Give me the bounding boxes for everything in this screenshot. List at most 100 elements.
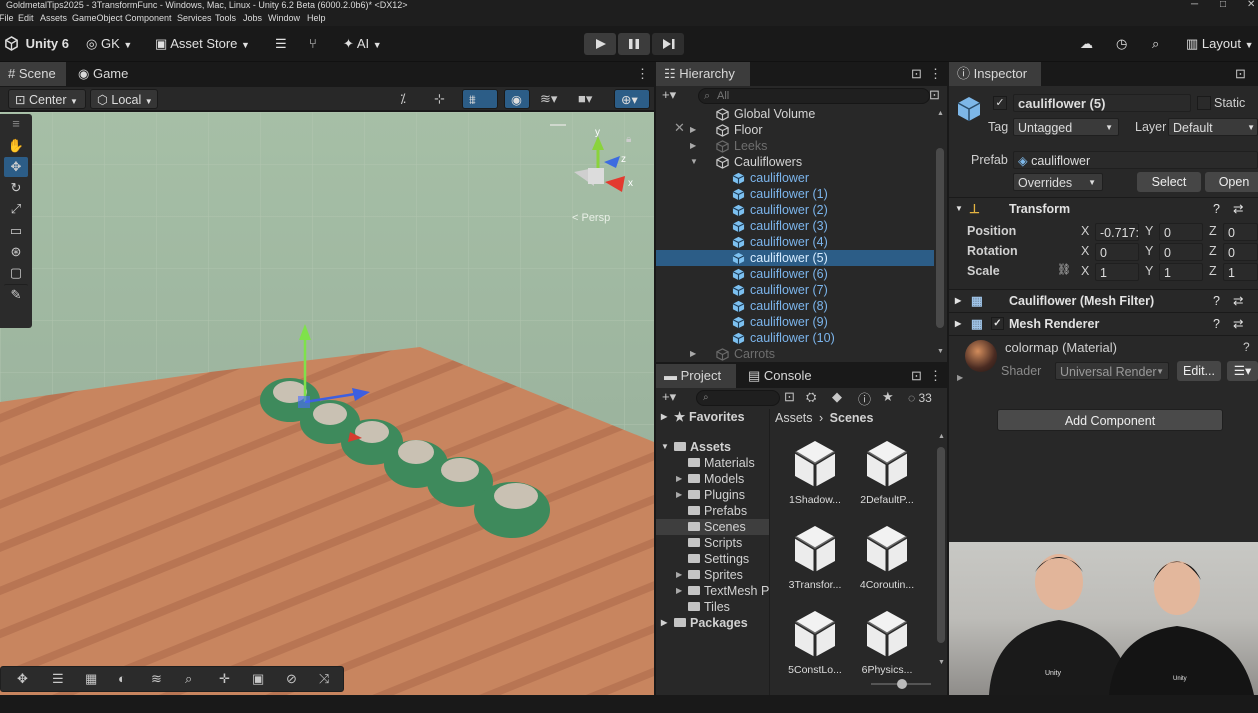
scroll-up-icon[interactable]: ▲: [938, 433, 945, 440]
hierarchy-item[interactable]: ▼ Cauliflowers: [656, 154, 934, 170]
mesh-renderer-enabled-checkbox[interactable]: ✓: [991, 317, 1004, 330]
perspective-label[interactable]: < Persp: [572, 212, 610, 224]
presets-icon[interactable]: ⇄: [1233, 198, 1243, 220]
rect-tool-icon[interactable]: ▭: [4, 221, 28, 241]
position-z-field[interactable]: 0: [1223, 223, 1258, 241]
hierarchy-search-input[interactable]: ⌕ All: [698, 88, 930, 104]
static-checkbox[interactable]: [1197, 96, 1211, 110]
foldout-closed-icon[interactable]: ▶: [676, 583, 682, 599]
move-icon[interactable]: ✥: [17, 671, 28, 687]
foldout-closed-icon[interactable]: ▶: [676, 487, 682, 503]
help-icon[interactable]: ?: [1243, 340, 1250, 354]
move-tool-icon[interactable]: ✥: [4, 157, 28, 177]
help-icon[interactable]: ?: [1213, 313, 1220, 335]
minimize-button[interactable]: ─: [1191, 0, 1198, 10]
maximize-button[interactable]: □: [1220, 0, 1226, 10]
scale-x-field[interactable]: 1: [1095, 263, 1139, 281]
tab-scene[interactable]: # Scene: [0, 62, 66, 86]
project-folder-item[interactable]: ▶ Plugins: [656, 487, 769, 503]
lock-icon[interactable]: ⊡: [1235, 66, 1246, 82]
pivot-space-dropdown[interactable]: ⬡ Local ▼: [90, 89, 158, 109]
foldout-closed-icon[interactable]: ▶: [957, 373, 963, 382]
asset-scrollbar[interactable]: ▲ ▼: [937, 433, 945, 673]
layer-dropdown[interactable]: Default ▼: [1168, 118, 1258, 136]
zoom-icon[interactable]: ⌕: [185, 671, 192, 687]
favorites-item[interactable]: ▶ ★ Favorites: [656, 409, 769, 425]
menu-assets[interactable]: Assets: [40, 12, 67, 25]
scroll-down-icon[interactable]: ▼: [937, 348, 944, 355]
hierarchy-scrollbar[interactable]: ▲ ▼: [936, 110, 944, 362]
camera-preview-icon[interactable]: ▣: [252, 671, 264, 687]
search-icon[interactable]: ⌕: [1152, 35, 1159, 53]
rotation-z-field[interactable]: 0: [1223, 243, 1258, 261]
scroll-down-icon[interactable]: ▼: [938, 659, 945, 666]
filter-log-icon[interactable]: ⓘ: [858, 389, 871, 408]
create-dropdown[interactable]: +▾: [662, 389, 676, 405]
tab-console[interactable]: ▤ Console: [740, 364, 820, 388]
scene-asset-tile[interactable]: 6Physics...: [855, 609, 919, 676]
breadcrumb-assets[interactable]: Assets: [775, 411, 813, 425]
scale-z-field[interactable]: 1: [1223, 263, 1258, 281]
prefab-select-button[interactable]: Select: [1137, 172, 1201, 192]
layout-dropdown[interactable]: ▥ Layout ▼: [1186, 35, 1254, 53]
tab-game[interactable]: ◉ Game: [70, 62, 136, 86]
menu-services[interactable]: Services: [177, 12, 212, 25]
foldout-closed-icon[interactable]: ▶: [690, 346, 696, 362]
presets-icon[interactable]: ⇄: [1233, 290, 1243, 312]
hierarchy-item[interactable]: ▶ Carrots: [656, 346, 934, 362]
project-folder-item[interactable]: Scenes: [656, 519, 769, 535]
hierarchy-item[interactable]: cauliflower (8): [656, 298, 934, 314]
unity-button[interactable]: Unity 6: [4, 35, 69, 53]
filter-label-icon[interactable]: ◆: [832, 389, 842, 405]
favorite-star-icon[interactable]: ★: [882, 389, 894, 405]
hierarchy-item[interactable]: cauliflower (3): [656, 218, 934, 234]
project-folder-item[interactable]: ▶ Models: [656, 471, 769, 487]
custom-tool-icon[interactable]: ▢: [4, 263, 28, 283]
assets-root-item[interactable]: ▼ Assets: [656, 439, 769, 455]
position-y-field[interactable]: 0: [1159, 223, 1203, 241]
active-checkbox[interactable]: ✓: [993, 96, 1007, 110]
transform-header[interactable]: ▼ ⊥ Transform ? ⇄: [949, 197, 1258, 219]
foldout-closed-icon[interactable]: ▶: [690, 138, 696, 154]
step-button[interactable]: [652, 33, 684, 55]
icon-size-slider-thumb[interactable]: [897, 679, 907, 689]
cloud-icon[interactable]: ☁: [1080, 35, 1093, 53]
project-folder-item[interactable]: Tiles: [656, 599, 769, 615]
add-component-button[interactable]: Add Component: [997, 409, 1223, 431]
pivot-mode-dropdown[interactable]: ⊡ Center ▼: [8, 89, 86, 109]
position-x-field[interactable]: -0.717:: [1095, 223, 1139, 241]
layers-icon[interactable]: ≋▾: [540, 91, 557, 107]
prefab-open-button[interactable]: Open: [1205, 172, 1258, 192]
shuffle-icon[interactable]: ⤨: [319, 671, 329, 687]
foldout-open-icon[interactable]: ▼: [690, 154, 698, 170]
scene-viewport[interactable]: y z x < Persp 🔒︎ ✋ ✥ ↻ ⤢ ▭ ⊛ ▢ ✎ ≡ ✥ ☰ ▦…: [0, 112, 654, 695]
scale-y-field[interactable]: 1: [1159, 263, 1203, 281]
rotation-x-field[interactable]: 0: [1095, 243, 1139, 261]
layers-icon[interactable]: ≋: [151, 671, 162, 687]
shader-dropdown[interactable]: Universal Render ▼: [1055, 362, 1169, 380]
menu-gameobject[interactable]: GameObject: [72, 12, 123, 25]
package-icon[interactable]: ☰: [275, 35, 287, 53]
more-options-icon[interactable]: ⋮: [636, 66, 649, 82]
pause-button[interactable]: [618, 33, 650, 55]
asset-store-dropdown[interactable]: ▣ Asset Store ▼: [155, 35, 250, 53]
foldout-closed-icon[interactable]: ▶: [676, 567, 682, 583]
hierarchy-item[interactable]: ▶ Leeks: [656, 138, 934, 154]
project-search-input[interactable]: ⌕: [696, 390, 780, 406]
hierarchy-item[interactable]: cauliflower (5): [656, 250, 934, 266]
presets-icon[interactable]: ⇄: [1233, 313, 1243, 335]
add-dropdown[interactable]: +▾: [662, 87, 676, 103]
hierarchy-item[interactable]: cauliflower (6): [656, 266, 934, 282]
view-tool-icon[interactable]: ✋: [4, 136, 28, 156]
hidden-packages-count[interactable]: ◌ 33: [908, 391, 932, 405]
palette-handle-icon[interactable]: ≡: [4, 114, 28, 134]
snap-icon[interactable]: ⁒: [400, 91, 406, 107]
scrollbar-thumb[interactable]: [936, 148, 944, 328]
lock-icon[interactable]: 🔒︎: [626, 134, 631, 145]
hierarchy-item[interactable]: cauliflower (2): [656, 202, 934, 218]
prefab-field[interactable]: ◈ cauliflower: [1013, 151, 1258, 169]
hierarchy-item[interactable]: cauliflower (9): [656, 314, 934, 330]
help-icon[interactable]: ?: [1213, 290, 1220, 312]
project-folder-item[interactable]: Materials: [656, 455, 769, 471]
more-options-icon[interactable]: ⋮: [929, 66, 942, 82]
